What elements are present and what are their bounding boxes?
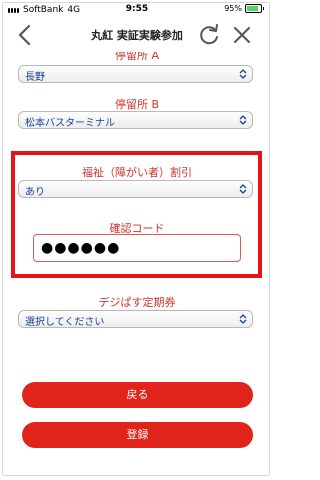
reload-icon[interactable]	[198, 24, 220, 46]
stop-a-select[interactable]: 長野	[18, 65, 253, 83]
welfare-select[interactable]: あり	[18, 180, 253, 198]
status-bar: SoftBank 4G 9:55 95%	[0, 0, 274, 18]
stop-a-value: 長野	[25, 72, 45, 83]
close-icon[interactable]	[232, 25, 252, 45]
select-caret-icon	[239, 69, 247, 79]
pass-value: 選択してください	[25, 317, 105, 328]
code-value: ●●●●●●	[41, 240, 121, 256]
battery-icon	[245, 4, 262, 13]
select-caret-icon	[239, 314, 247, 324]
pass-label: デジぱす定期券	[98, 296, 176, 309]
select-caret-icon	[239, 184, 247, 194]
stop-b-select[interactable]: 松本バスターミナル	[18, 111, 253, 129]
stop-b-label: 停留所 B	[114, 98, 160, 111]
pass-select[interactable]: 選択してください	[18, 310, 253, 328]
code-input[interactable]: ●●●●●●	[33, 234, 241, 262]
battery-cap-icon	[263, 7, 264, 10]
battery-percent: 95%	[224, 4, 242, 13]
back-button[interactable]: 戻る	[22, 382, 253, 408]
status-battery: 95%	[224, 4, 264, 13]
form-content: 停留所 A 長野 停留所 B 松本バスターミナル 福祉（障がい者）割引 あり 確…	[0, 52, 274, 472]
select-caret-icon	[239, 115, 247, 125]
register-button[interactable]: 登録	[22, 422, 253, 448]
welfare-label: 福祉（障がい者）割引	[82, 166, 192, 179]
stop-a-label: 停留所 A	[114, 52, 160, 62]
nav-bar: 丸紅 実証実験参加	[0, 18, 274, 52]
welfare-value: あり	[25, 187, 45, 198]
stop-b-value: 松本バスターミナル	[25, 118, 115, 129]
